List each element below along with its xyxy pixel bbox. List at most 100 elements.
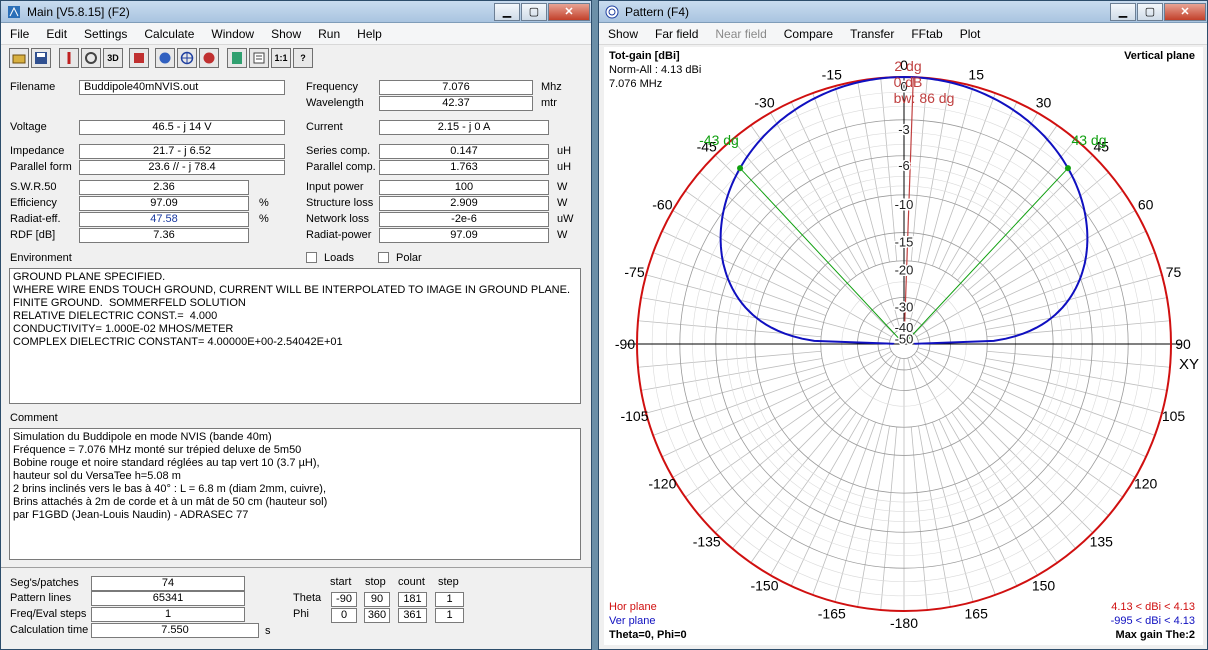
grid-spoke <box>913 353 1094 534</box>
freq-eval-label: Freq/Eval steps <box>10 608 87 620</box>
menu-help[interactable]: Help <box>348 27 390 41</box>
grid-spoke <box>750 411 857 563</box>
frequency-label: Frequency <box>306 81 358 93</box>
menu-run[interactable]: Run <box>309 27 348 41</box>
pattern-close-button[interactable]: ✕ <box>1164 2 1206 21</box>
pmenu-show[interactable]: Show <box>599 27 646 41</box>
angle-label: -180 <box>890 615 918 631</box>
pmenu-near-field[interactable]: Near field <box>706 27 774 41</box>
angle-label: 60 <box>1138 197 1154 213</box>
main-window: Main [V5.8.15] (F2) ▁ ▢ ✕ File Edit Sett… <box>0 0 592 650</box>
efficiency-field: 97.09 <box>79 196 249 211</box>
ring-label: -10 <box>895 197 914 212</box>
ratio-icon[interactable]: 1:1 <box>271 48 291 68</box>
grid-spoke <box>699 397 841 516</box>
polar-checkbox[interactable] <box>378 252 389 263</box>
settings-icon[interactable] <box>81 48 101 68</box>
series-comp-label: Series comp. <box>306 145 371 157</box>
phi-stop-field[interactable]: 360 <box>364 608 390 623</box>
close-button[interactable]: ✕ <box>548 2 590 21</box>
hor-range-label: 4.13 < dBi < 4.13 <box>1111 601 1195 613</box>
environment-textarea[interactable]: GROUND PLANE SPECIFIED. WHERE WIRE ENDS … <box>9 268 581 404</box>
grid-spoke <box>714 353 895 534</box>
pmenu-compare[interactable]: Compare <box>775 27 841 41</box>
pattern-plot-area[interactable]: 0 15 30 45 60 75 90 105 120 135 150 165 -180 -165 -150… <box>604 47 1203 645</box>
grid-spoke <box>957 407 1076 549</box>
menu-file[interactable]: File <box>1 27 37 41</box>
beamwidth-marker <box>737 165 744 172</box>
pmenu-far-field[interactable]: Far field <box>646 27 706 41</box>
filename-field[interactable]: Buddipole40mNVIS.out <box>79 80 285 95</box>
globe-icon[interactable] <box>155 48 175 68</box>
ring-label: -6 <box>898 158 910 173</box>
angle-label: 30 <box>1036 94 1052 110</box>
list-icon[interactable] <box>249 48 269 68</box>
frequency-field[interactable]: 7.076 <box>379 80 533 95</box>
calc-icon[interactable] <box>227 48 247 68</box>
angle-label: -75 <box>624 264 644 280</box>
parallel-field: 23.6 // - j 78.4 <box>79 160 285 175</box>
pmenu-fftab[interactable]: FFtab <box>902 27 950 41</box>
view-icon[interactable] <box>129 48 149 68</box>
radiat-eff-label: Radiat-eff. <box>10 213 61 225</box>
menu-settings[interactable]: Settings <box>75 27 135 41</box>
open-icon[interactable] <box>9 48 29 68</box>
segs-label: Seg's/patches <box>10 577 79 589</box>
main-titlebar[interactable]: Main [V5.8.15] (F2) ▁ ▢ ✕ <box>1 1 591 23</box>
save-icon[interactable] <box>31 48 51 68</box>
max-gain-label: Max gain The:2 <box>1115 629 1195 641</box>
input-power-label: Input power <box>306 181 364 193</box>
frequency-unit: Mhz <box>541 81 562 93</box>
phi-step-field[interactable]: 1 <box>435 608 464 623</box>
pmenu-transfer[interactable]: Transfer <box>841 27 902 41</box>
grid-spoke <box>732 139 851 281</box>
parallel-comp-field: 1.763 <box>379 160 549 175</box>
input-power-field: 100 <box>379 180 549 195</box>
help-icon[interactable]: ? <box>293 48 313 68</box>
app-icon <box>8 5 20 18</box>
phi-label: Phi <box>293 608 309 620</box>
phi-count-field[interactable]: 361 <box>398 608 427 623</box>
grid-spoke <box>714 154 895 335</box>
pattern-menubar: Show Far field Near field Compare Transf… <box>599 23 1207 45</box>
theta-step-field[interactable]: 1 <box>435 592 464 607</box>
3d-icon[interactable]: 3D <box>103 48 123 68</box>
max-gain-angle-label: 2 dg <box>894 58 921 74</box>
grid-spoke <box>685 190 837 297</box>
polar-label: Polar <box>396 252 422 264</box>
menu-show[interactable]: Show <box>262 27 309 41</box>
beamwidth-line <box>739 167 905 345</box>
pmenu-plot[interactable]: Plot <box>951 27 989 41</box>
pattern-icon[interactable] <box>177 48 197 68</box>
main-title: Main [V5.8.15] (F2) <box>27 4 130 19</box>
phi-start-field[interactable]: 0 <box>331 608 357 623</box>
angle-label: 135 <box>1090 533 1114 549</box>
edit-icon[interactable] <box>59 48 79 68</box>
theta-count-field[interactable]: 181 <box>398 592 427 607</box>
pattern-maximize-button[interactable]: ▢ <box>1137 2 1163 21</box>
pattern-titlebar[interactable]: Pattern (F4) ▁ ▢ ✕ <box>599 1 1207 23</box>
minimize-button[interactable]: ▁ <box>494 2 520 21</box>
menu-calculate[interactable]: Calculate <box>135 27 202 41</box>
theta-start-field[interactable]: -90 <box>331 592 357 607</box>
sweep-icon[interactable] <box>199 48 219 68</box>
grid-spoke <box>951 411 1058 563</box>
pattern-app-icon <box>605 5 619 18</box>
theta-phi-label: Theta=0, Phi=0 <box>609 629 687 641</box>
comment-textarea[interactable]: Simulation du Buddipole en mode NVIS (ba… <box>9 428 581 560</box>
comment-label: Comment <box>10 412 58 424</box>
wavelength-unit: mtr <box>541 97 557 109</box>
radiat-power-field: 97.09 <box>379 228 549 243</box>
menu-edit[interactable]: Edit <box>37 27 75 41</box>
pattern-minimize-button[interactable]: ▁ <box>1110 2 1136 21</box>
menu-window[interactable]: Window <box>202 27 262 41</box>
grid-spoke <box>913 154 1094 335</box>
calc-time-field: 7.550 <box>91 623 259 638</box>
wavelength-field[interactable]: 42.37 <box>379 96 533 111</box>
loads-checkbox[interactable] <box>306 252 317 263</box>
calc-time-unit: s <box>265 625 271 637</box>
maximize-button[interactable]: ▢ <box>521 2 547 21</box>
radiat-eff-unit: % <box>259 213 269 225</box>
theta-stop-field[interactable]: 90 <box>364 592 390 607</box>
current-label: Current <box>306 121 343 133</box>
